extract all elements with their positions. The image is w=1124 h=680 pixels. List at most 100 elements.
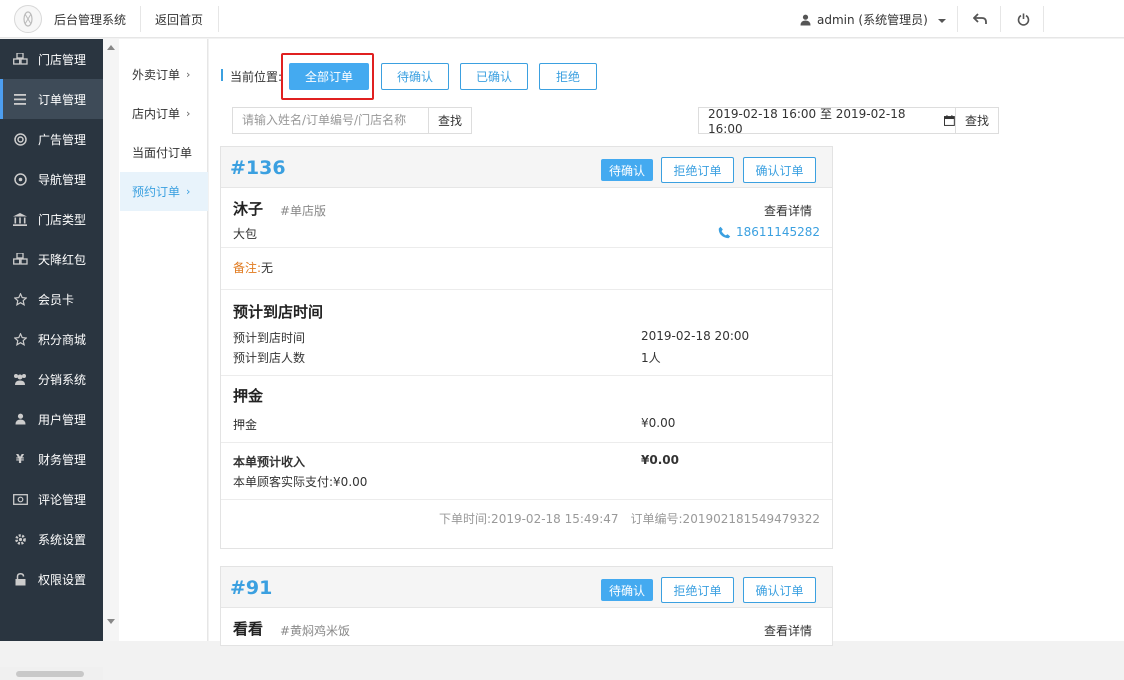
- status-badge: 待确认: [601, 579, 653, 601]
- order-number: #91: [230, 577, 273, 599]
- filter-confirmed-button[interactable]: 已确认: [460, 63, 528, 90]
- order-serial: 订单编号:201902181549479322: [630, 512, 820, 526]
- divider: [140, 6, 141, 32]
- view-details-link[interactable]: 查看详情: [764, 622, 812, 639]
- vertical-scrollbar[interactable]: [103, 39, 119, 641]
- logo: [14, 5, 42, 33]
- view-details-link[interactable]: 查看详情: [764, 202, 812, 219]
- submenu-item-label: 店内订单: [132, 107, 181, 121]
- submenu-item-label: 预约订单: [132, 185, 181, 199]
- sidebar-item-permissions[interactable]: 权限设置: [0, 559, 103, 599]
- date-search-button[interactable]: 查找: [955, 107, 999, 134]
- scrollbar-thumb[interactable]: [16, 671, 84, 677]
- arrival-section: 预计到店时间 预计到店时间 2019-02-18 20:00 预计到店人数 1人: [221, 290, 832, 376]
- sidebar-item-label: 会员卡: [38, 292, 75, 307]
- chevron-right-icon: ›: [186, 107, 191, 120]
- status-badge: 待确认: [601, 159, 653, 181]
- order-number: #136: [230, 157, 286, 179]
- customer-name: 看看: [233, 620, 264, 638]
- search-button[interactable]: 查找: [428, 107, 472, 134]
- filter-pending-button[interactable]: 待确认: [381, 63, 449, 90]
- top-bar: 后台管理系统 返回首页 admin (系统管理员): [0, 0, 1124, 38]
- sidebar-item-navigation[interactable]: 导航管理: [0, 159, 103, 199]
- income-value: ¥0.00: [641, 453, 679, 467]
- sidebar-item-red-packet[interactable]: 天降红包: [0, 239, 103, 279]
- submenu-item-reservation[interactable]: 预约订单 ›: [120, 172, 208, 211]
- sidebar-item-label: 权限设置: [38, 572, 87, 587]
- order-card: #91 待确认 拒绝订单 确认订单 看看 #黄焖鸡米饭 查看详情: [220, 566, 833, 646]
- sidebar-item-member-card[interactable]: 会员卡: [0, 279, 103, 319]
- store-tag: #单店版: [280, 204, 327, 218]
- submenu-item-label: 当面付订单: [132, 146, 193, 160]
- submenu-item-face-pay[interactable]: 当面付订单: [120, 133, 208, 172]
- filter-rejected-button[interactable]: 拒绝: [539, 63, 597, 90]
- scroll-down-icon[interactable]: [107, 619, 115, 624]
- cubes-icon: [12, 52, 28, 66]
- app-title: 后台管理系统: [54, 13, 127, 27]
- reject-order-button[interactable]: 拒绝订单: [661, 157, 734, 183]
- arrival-people-value: 1人: [641, 351, 661, 365]
- sidebar-item-orders[interactable]: 订单管理: [0, 79, 103, 119]
- sidebar-item-label: 积分商城: [38, 332, 87, 347]
- submenu-item-dine-in[interactable]: 店内订单 ›: [120, 94, 208, 133]
- lock-icon: [12, 572, 28, 586]
- sidebar-item-ads[interactable]: 广告管理: [0, 119, 103, 159]
- sidebar-item-system-settings[interactable]: 系统设置: [0, 519, 103, 559]
- phone-icon: [718, 226, 731, 238]
- deposit-label: 押金: [233, 418, 258, 432]
- remark-section: 备注:无: [221, 248, 832, 290]
- sidebar-item-comments[interactable]: 评论管理: [0, 479, 103, 519]
- order-item: 大包: [233, 227, 258, 241]
- confirm-order-button[interactable]: 确认订单: [743, 157, 816, 183]
- sidebar-item-label: 评论管理: [38, 492, 87, 507]
- sidebar-item-label: 门店类型: [38, 212, 87, 227]
- cubes-icon: [12, 252, 28, 266]
- date-range-input[interactable]: 2019-02-18 16:00 至 2019-02-18 16:00: [698, 107, 956, 136]
- sidebar-item-distribution[interactable]: 分销系统: [0, 359, 103, 399]
- user-menu[interactable]: admin (系统管理员): [800, 11, 946, 28]
- order-footer: 下单时间:2019-02-18 15:49:47 订单编号:20190218154…: [221, 500, 832, 542]
- submenu-item-takeout[interactable]: 外卖订单 ›: [120, 55, 208, 94]
- deposit-section: 押金 押金 ¥0.00: [221, 376, 832, 443]
- sidebar-item-store-type[interactable]: 门店类型: [0, 199, 103, 239]
- sidebar-item-store[interactable]: 门店管理: [0, 39, 103, 79]
- list-icon: [12, 92, 28, 106]
- user-name: admin (系统管理员): [817, 13, 928, 27]
- divider: [1043, 6, 1044, 32]
- section-title: 押金: [233, 387, 264, 405]
- sidebar-item-label: 导航管理: [38, 172, 87, 187]
- phone-link[interactable]: 18611145282: [718, 225, 820, 239]
- sidebar-item-users[interactable]: 用户管理: [0, 399, 103, 439]
- arrival-time-value: 2019-02-18 20:00: [641, 329, 750, 343]
- undo-icon[interactable]: [971, 10, 989, 28]
- order-meta: 下单时间:2019-02-18 15:49:47 订单编号:20190218154…: [427, 510, 820, 527]
- search-input[interactable]: 请输入姓名/订单编号/门店名称: [232, 107, 429, 134]
- confirm-order-button[interactable]: 确认订单: [743, 577, 816, 603]
- main-content: 当前位置: 全部订单 待确认 已确认 拒绝 请输入姓名/订单编号/门店名称 查找…: [209, 39, 1124, 646]
- sidebar-item-label: 用户管理: [38, 412, 87, 427]
- order-card: #136 待确认 拒绝订单 确认订单 沐子 #单店版 查看详情 大包 18611…: [220, 146, 833, 549]
- lifebuoy-icon: [12, 132, 28, 146]
- order-card-header: #91 待确认 拒绝订单 确认订单: [221, 567, 832, 608]
- phone-number: 18611145282: [736, 225, 820, 239]
- arrival-time-label: 预计到店时间: [233, 331, 306, 345]
- section-title: 预计到店时间: [233, 303, 324, 321]
- sidebar-item-finance[interactable]: ¥ 财务管理: [0, 439, 103, 479]
- horizontal-scrollbar[interactable]: [0, 667, 103, 680]
- logo-icon: [23, 11, 33, 27]
- power-icon[interactable]: [1014, 10, 1032, 28]
- yen-icon: ¥: [15, 452, 25, 466]
- user-icon: [800, 14, 811, 25]
- location-marker: [221, 69, 223, 81]
- store-tag: #黄焖鸡米饭: [280, 624, 351, 638]
- arrival-people-label: 预计到店人数: [233, 351, 306, 365]
- order-card-header: #136 待确认 拒绝订单 确认订单: [221, 147, 832, 188]
- scroll-up-icon[interactable]: [107, 45, 115, 50]
- reject-order-button[interactable]: 拒绝订单: [661, 577, 734, 603]
- sidebar-item-label: 门店管理: [38, 52, 87, 67]
- sidebar: 门店管理 订单管理 广告管理 导航管理 门店类型 天降红包 会员卡 积分商城 分…: [0, 39, 103, 680]
- bank-icon: [12, 212, 28, 226]
- sidebar-item-label: 天降红包: [38, 252, 87, 267]
- sidebar-item-points-mall[interactable]: 积分商城: [0, 319, 103, 359]
- back-home-link[interactable]: 返回首页: [155, 11, 203, 28]
